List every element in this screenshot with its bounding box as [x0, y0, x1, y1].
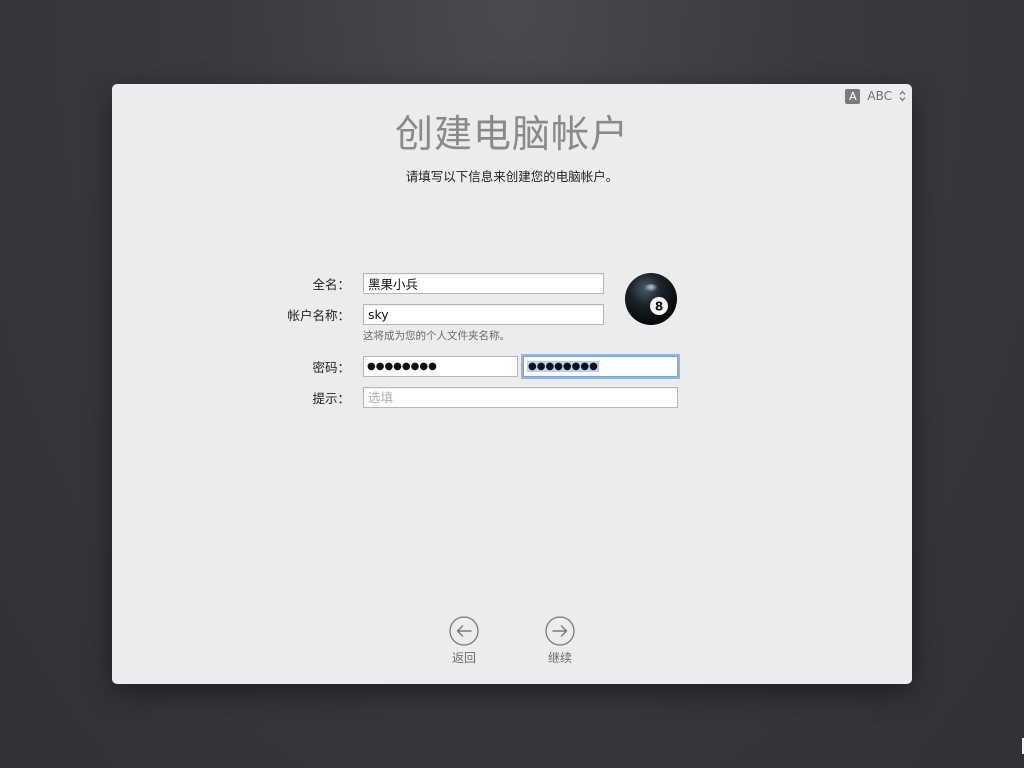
full-name-label: 全名： — [312, 277, 350, 292]
continue-button[interactable]: 继续 — [530, 616, 590, 666]
verify-password-selection: ●●●●●●●● — [527, 361, 599, 372]
page-title: 创建电脑帐户 — [394, 112, 629, 156]
page-subtitle: 请填写以下信息来创建您的电脑帐户。 — [405, 169, 619, 184]
account-name-label: 帐户名称： — [287, 308, 350, 323]
back-button[interactable]: 返回 — [434, 616, 494, 666]
account-name-hint: 这将成为您的个人文件夹名称。 — [363, 330, 510, 342]
back-arrow-icon — [449, 616, 479, 646]
user-picture[interactable]: 8 — [624, 272, 678, 326]
eight-ball-icon: 8 — [625, 273, 677, 325]
password-hint-field[interactable] — [363, 387, 678, 408]
password-field[interactable]: ●●●●●●●● — [363, 356, 518, 377]
continue-label: 继续 — [547, 651, 572, 665]
continue-arrow-icon — [545, 616, 575, 646]
eight-ball-number: 8 — [655, 300, 663, 314]
input-source-menu[interactable]: A ABC — [845, 88, 906, 104]
back-label: 返回 — [451, 651, 476, 665]
input-source-badge-icon: A — [845, 88, 861, 104]
setup-window: A ABC 创建电脑帐户 请填写以下信息来创建您的电脑帐户。 全名： 帐户名称：… — [112, 84, 912, 684]
account-name-field[interactable] — [363, 304, 604, 325]
updown-chevron-icon — [899, 90, 906, 102]
password-label: 密码： — [312, 360, 350, 375]
full-name-field[interactable] — [363, 273, 604, 294]
input-source-name: ABC — [867, 89, 892, 103]
password-hint-label: 提示： — [312, 391, 350, 406]
verify-password-field[interactable]: ●●●●●●●● — [523, 356, 678, 377]
